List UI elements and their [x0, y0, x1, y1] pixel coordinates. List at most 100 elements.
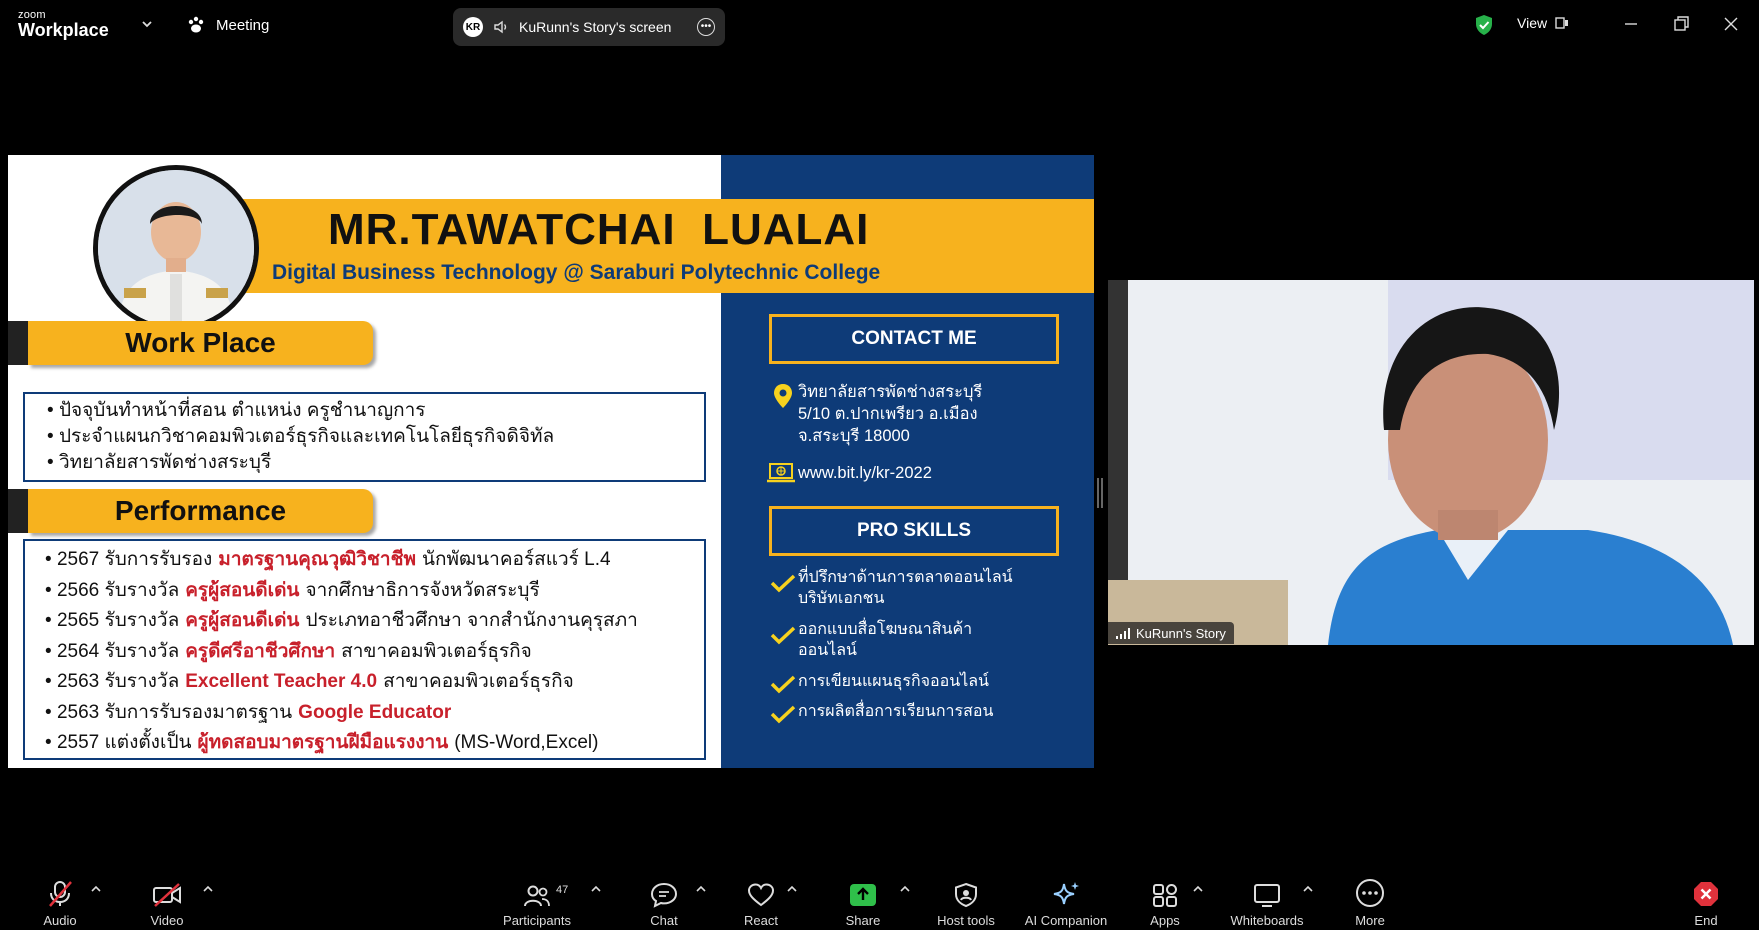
- react-options-caret-icon[interactable]: [786, 884, 798, 894]
- heart-icon: [747, 883, 775, 907]
- chat-options-caret-icon[interactable]: [695, 884, 707, 894]
- view-button[interactable]: View: [1517, 15, 1569, 31]
- skill-item: ที่ปรึกษาด้านการตลาดออนไลน์ บริษัทเอกชน: [798, 569, 1013, 607]
- share-screen-icon: [850, 884, 876, 906]
- screen-share-indicator[interactable]: KR KuRunn's Story's screen •••: [453, 8, 725, 46]
- list-item: • 2563 รับการรับรองมาตรฐาน Google Educato…: [45, 701, 452, 723]
- view-label: View: [1517, 15, 1548, 31]
- audio-label: Audio: [43, 913, 77, 928]
- ai-sparkle-icon: [1053, 882, 1079, 905]
- work-place-heading: Work Place: [8, 321, 373, 365]
- check-icon: [770, 574, 796, 593]
- work-place-list: • ปัจจุบันทำหน้าที่สอน ตำแหน่ง ครูชำนาญก…: [23, 392, 706, 482]
- apps-button[interactable]: Apps: [1141, 866, 1189, 930]
- view-layout-icon: [1555, 17, 1569, 29]
- participants-count: 47: [556, 884, 569, 896]
- apps-options-caret-icon[interactable]: [1192, 884, 1204, 894]
- list-item: • 2564 รับรางวัล ครูดีศรีอาชีวศึกษา สาขาคอ…: [45, 640, 532, 662]
- host-tools-button[interactable]: Host tools: [930, 866, 1002, 930]
- participants-button[interactable]: Participants: [496, 866, 578, 930]
- share-button[interactable]: Share: [839, 866, 887, 930]
- react-button[interactable]: React: [737, 866, 785, 930]
- react-label: React: [744, 913, 778, 928]
- participants-icon: [524, 885, 550, 907]
- video-button[interactable]: Video: [143, 866, 191, 930]
- speaker-icon: [494, 20, 507, 34]
- share-label: Share: [845, 913, 881, 928]
- participants-options-caret-icon[interactable]: [590, 884, 602, 894]
- website-link: www.bit.ly/kr-2022: [798, 464, 932, 482]
- apps-label: Apps: [1150, 913, 1180, 928]
- meeting-info-button[interactable]: Meeting: [186, 14, 269, 36]
- address-line: วิทยาลัยสารพัดช่างสระบุรี: [798, 383, 983, 401]
- restore-icon[interactable]: [1671, 14, 1691, 34]
- skill-item: การเขียนแผนธุรกิจออนไลน์: [798, 673, 989, 690]
- whiteboards-label: Whiteboards: [1230, 913, 1304, 928]
- signal-strength-icon: [1116, 627, 1130, 639]
- host-tools-label: Host tools: [937, 913, 995, 928]
- list-item: • ประจำแผนกวิชาคอมพิวเตอร์ธุรกิจและเทคโน…: [47, 426, 555, 447]
- minimize-icon[interactable]: [1621, 14, 1641, 34]
- presenter-name: MR.TAWATCHAI LUALAI: [328, 205, 870, 254]
- more-button[interactable]: More: [1346, 866, 1394, 930]
- video-options-caret-icon[interactable]: [202, 884, 214, 894]
- whiteboards-options-caret-icon[interactable]: [1302, 884, 1314, 894]
- panel-resize-handle[interactable]: [1097, 478, 1103, 508]
- security-shield-icon[interactable]: [1474, 14, 1494, 36]
- list-item: • 2563 รับรางวัล Excellent Teacher 4.0 สาข…: [45, 671, 574, 692]
- whiteboards-button[interactable]: Whiteboards: [1224, 866, 1310, 930]
- audio-options-caret-icon[interactable]: [90, 884, 102, 894]
- list-item: • ปัจจุบันทำหน้าที่สอน ตำแหน่ง ครูชำนาญก…: [47, 400, 426, 421]
- presenter-subtitle: Digital Business Technology @ Saraburi P…: [272, 261, 881, 284]
- performance-list: • 2567 รับการรับรอง มาตรฐานคุณวุฒิวิชาชีพ…: [23, 539, 706, 760]
- work-place-title: Work Place: [28, 321, 373, 365]
- chat-button[interactable]: Chat: [640, 866, 688, 930]
- participant-name-tag: KuRunn's Story: [1108, 622, 1234, 644]
- more-options-icon[interactable]: •••: [697, 18, 715, 36]
- skill-item: การผลิตสื่อการเรียนการสอน: [798, 703, 994, 720]
- meeting-toolbar: Audio Video Participants 47 Chat React S…: [0, 866, 1759, 930]
- participants-label: Participants: [503, 913, 571, 928]
- performance-heading: Performance: [8, 489, 373, 533]
- check-icon: [770, 626, 796, 645]
- participant-video[interactable]: [1108, 280, 1754, 645]
- chat-icon: [650, 882, 678, 908]
- ai-companion-label: AI Companion: [1024, 913, 1108, 928]
- more-label: More: [1355, 913, 1385, 928]
- end-meeting-button[interactable]: End: [1682, 866, 1730, 930]
- laptop-web-icon: [767, 463, 795, 483]
- performance-title: Performance: [28, 489, 373, 533]
- microphone-muted-icon: [49, 881, 72, 907]
- participant-name: KuRunn's Story: [1136, 625, 1226, 641]
- host-tools-shield-icon: [955, 882, 977, 908]
- list-item: • 2567 รับการรับรอง มาตรฐานคุณวุฒิวิชาชีพ…: [45, 549, 611, 570]
- skill-item: ออกแบบสื่อโฆษณาสินค้า ออนไลน์: [798, 621, 973, 659]
- video-label: Video: [150, 913, 184, 928]
- end-meeting-icon: [1694, 882, 1718, 906]
- list-item: • 2557 แต่งตั้งเป็น ผู้ทดสอบมาตรฐานฝีมือแ…: [45, 732, 599, 753]
- contact-me-heading: CONTACT ME: [769, 314, 1059, 364]
- whiteboard-icon: [1254, 884, 1280, 907]
- address-line: 5/10 ต.ปากเพรียว อ.เมือง: [798, 405, 978, 423]
- chevron-down-icon[interactable]: [140, 17, 154, 31]
- pro-skills-heading: PRO SKILLS: [769, 506, 1059, 556]
- zoom-workplace-logo[interactable]: zoom Workplace: [18, 10, 109, 40]
- share-label: KuRunn's Story's screen: [519, 19, 672, 35]
- ai-companion-button[interactable]: AI Companion: [1018, 866, 1114, 930]
- sharer-avatar: KR: [463, 17, 483, 37]
- presenter-photo: [93, 165, 259, 331]
- chat-label: Chat: [650, 913, 678, 928]
- title-bar: zoom Workplace Meeting KR KuRunn's Story…: [0, 0, 1759, 50]
- apps-icon: [1153, 884, 1177, 907]
- contact-address: วิทยาลัยสารพัดช่างสระบุรี 5/10 ต.ปากเพรี…: [798, 381, 982, 447]
- close-icon[interactable]: [1721, 14, 1741, 34]
- shared-slide: MR.TAWATCHAI LUALAI Digital Business Tec…: [8, 155, 1094, 768]
- check-icon: [770, 675, 796, 694]
- share-options-caret-icon[interactable]: [899, 884, 911, 894]
- end-label: End: [1694, 913, 1718, 928]
- participant-video-frame: [1108, 280, 1754, 645]
- address-line: จ.สระบุรี 18000: [798, 427, 910, 445]
- check-icon: [770, 705, 796, 724]
- meeting-label: Meeting: [216, 16, 270, 34]
- audio-button[interactable]: Audio: [36, 866, 84, 930]
